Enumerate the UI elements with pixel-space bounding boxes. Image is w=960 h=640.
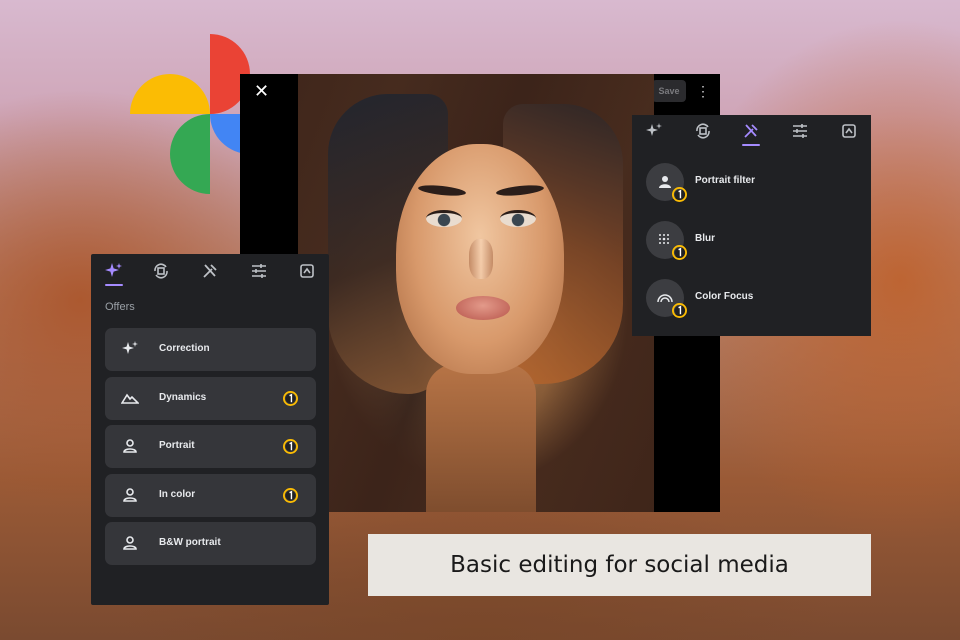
tool-item-blur[interactable]: Blur bbox=[646, 221, 866, 261]
editor-tabs bbox=[91, 254, 329, 290]
markup-icon[interactable] bbox=[296, 260, 318, 282]
section-label: Offers bbox=[105, 301, 135, 313]
list-item-label: B&W portrait bbox=[159, 537, 221, 549]
google-one-badge-icon bbox=[672, 187, 687, 202]
crop-rotate-icon[interactable] bbox=[150, 260, 172, 282]
save-button[interactable]: Save bbox=[652, 80, 686, 102]
list-item-dynamics[interactable]: Dynamics bbox=[105, 376, 316, 420]
tool-item-label: Color Focus bbox=[695, 291, 754, 302]
tools-icon[interactable] bbox=[740, 120, 762, 146]
person-icon bbox=[123, 439, 137, 453]
tool-item-color-focus[interactable]: Color Focus bbox=[646, 279, 866, 319]
crop-rotate-icon[interactable] bbox=[692, 120, 714, 142]
tool-item-label: Blur bbox=[695, 233, 715, 244]
list-item-portrait[interactable]: Portrait bbox=[105, 425, 316, 469]
list-item-correction[interactable]: Correction bbox=[105, 328, 316, 371]
google-one-badge-icon bbox=[283, 439, 298, 455]
list-item-bw-portrait[interactable]: B&W portrait bbox=[105, 522, 316, 566]
google-one-badge-icon bbox=[283, 487, 298, 503]
close-icon[interactable]: ✕ bbox=[254, 82, 269, 100]
adjust-icon[interactable] bbox=[789, 120, 811, 142]
more-vert-icon[interactable]: ⋮ bbox=[696, 80, 710, 102]
google-one-badge-icon bbox=[283, 390, 298, 406]
suggestions-panel: Offers Correction Dynamics Portrait In c… bbox=[91, 254, 329, 605]
tool-item-label: Portrait filter bbox=[695, 175, 756, 186]
list-item-label: Dynamics bbox=[159, 391, 207, 403]
tools-panel: Portrait filter Blur Color Focus bbox=[632, 115, 871, 336]
list-item-in-color[interactable]: In color bbox=[105, 473, 316, 517]
person-icon bbox=[123, 536, 137, 551]
caption-text: Basic editing for social media bbox=[450, 552, 789, 578]
suggestions-icon[interactable] bbox=[643, 120, 665, 142]
tool-item-portrait-filter[interactable]: Portrait filter bbox=[646, 163, 866, 203]
list-item-label: Correction bbox=[159, 343, 210, 354]
google-one-badge-icon bbox=[672, 303, 687, 318]
person-icon bbox=[123, 487, 137, 502]
suggestions-icon[interactable] bbox=[103, 260, 125, 286]
portrait-painting bbox=[298, 74, 654, 512]
google-one-badge-icon bbox=[672, 245, 687, 260]
markup-icon[interactable] bbox=[838, 120, 860, 142]
sparkle-icon bbox=[122, 341, 138, 354]
list-item-label: Portrait bbox=[159, 440, 195, 452]
mountains-icon bbox=[121, 393, 139, 404]
suggestions-list: Correction Dynamics Portrait In color B&… bbox=[105, 328, 316, 571]
list-item-label: In color bbox=[159, 488, 196, 500]
caption-banner: Basic editing for social media bbox=[368, 534, 871, 596]
tools-icon[interactable] bbox=[199, 260, 221, 282]
adjust-icon[interactable] bbox=[248, 260, 270, 282]
